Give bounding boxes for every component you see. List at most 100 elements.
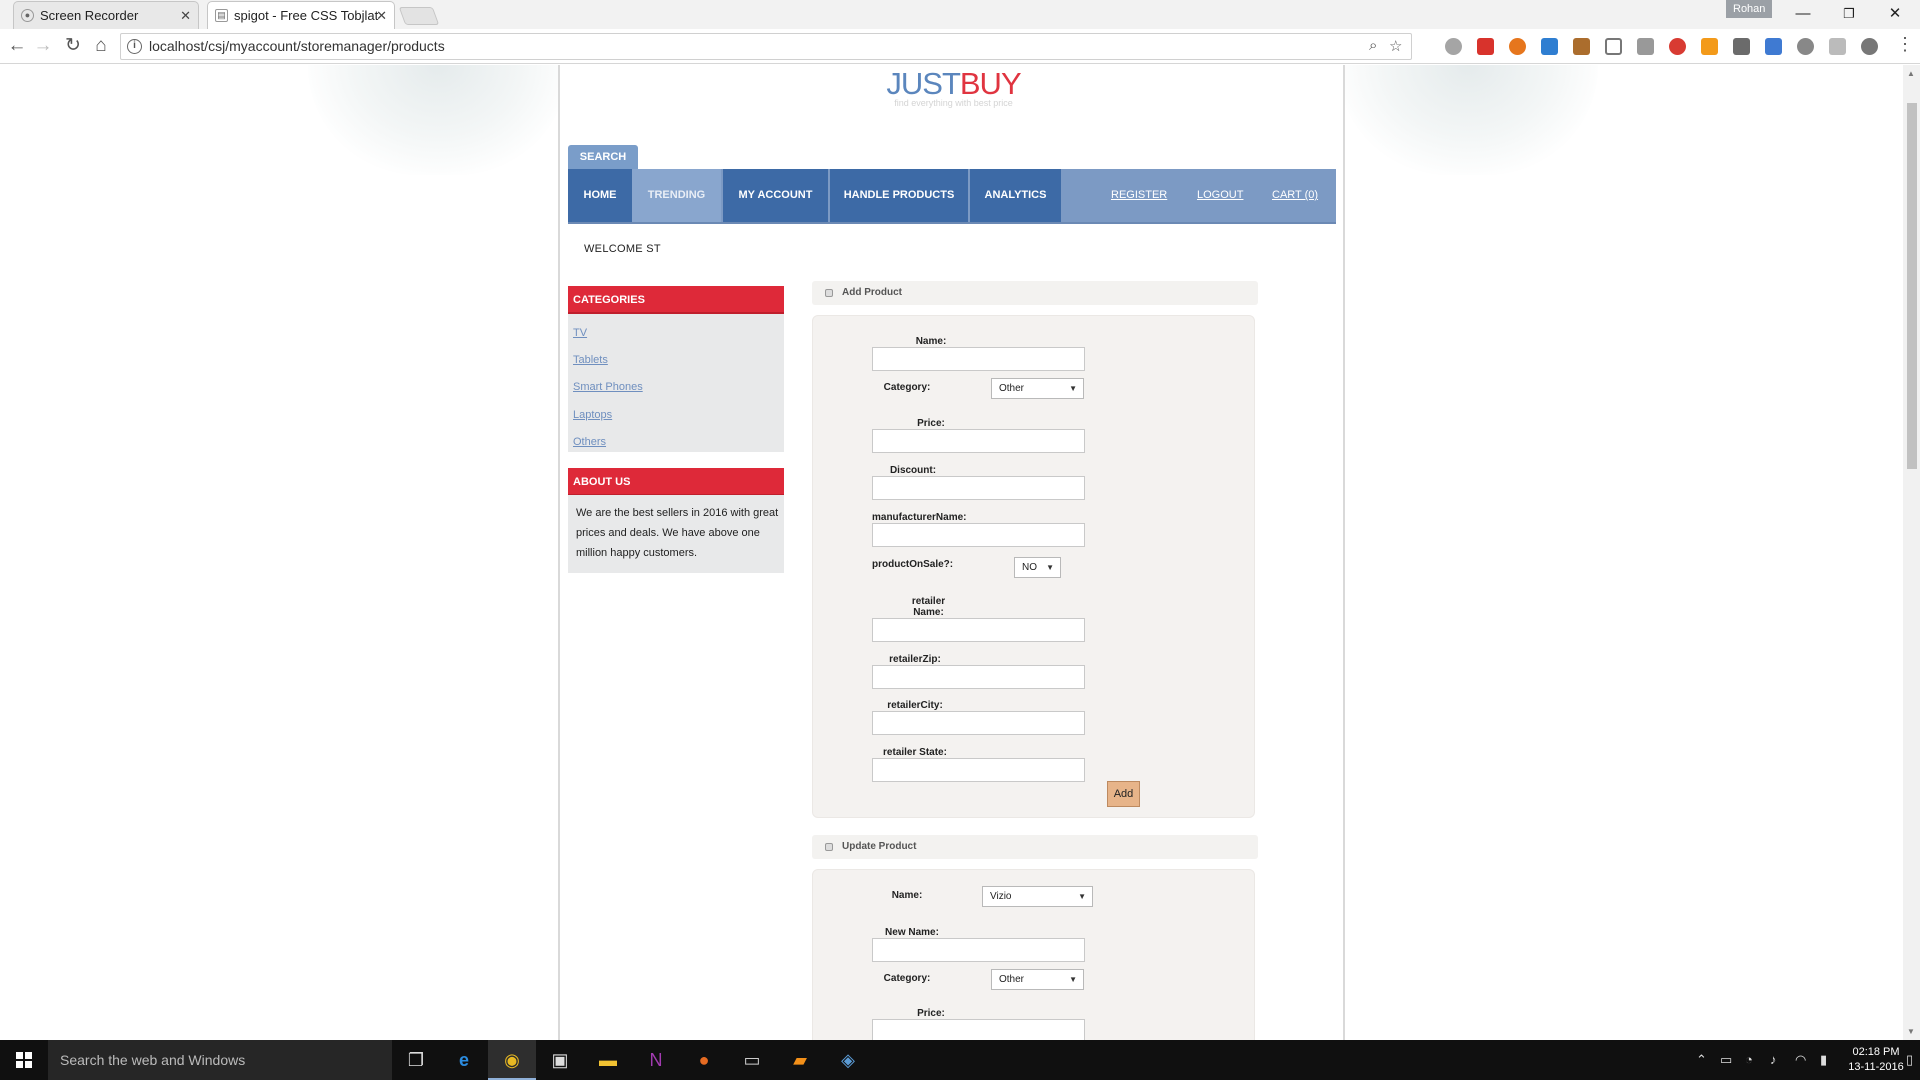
- tab-close-icon[interactable]: ✕: [180, 2, 191, 29]
- extension-red-icon[interactable]: [1477, 38, 1494, 55]
- address-bar[interactable]: i localhost/csj/myaccount/storemanager/p…: [120, 33, 1412, 60]
- update-price-input[interactable]: [872, 1019, 1085, 1040]
- taskbar-search-placeholder[interactable]: Search the web and Windows: [60, 1052, 245, 1068]
- category-link-tablets[interactable]: Tablets: [573, 354, 608, 366]
- retailer-city-input[interactable]: [872, 711, 1085, 735]
- mysql-workbench-icon[interactable]: ◈: [824, 1040, 872, 1080]
- tab-strip: ● Screen Recorder ✕ ▤ spigot - Free CSS …: [0, 0, 1920, 29]
- main-navigation: HOME TRENDING MY ACCOUNT HANDLE PRODUCTS…: [568, 169, 1336, 224]
- volume-icon[interactable]: ♪: [1770, 1052, 1777, 1067]
- price-input[interactable]: [872, 429, 1085, 453]
- start-button[interactable]: [0, 1040, 48, 1080]
- retailer-zip-label: retailerZip:: [889, 654, 941, 665]
- battery-icon[interactable]: ▮: [1820, 1052, 1827, 1068]
- manufacturer-name-input[interactable]: [872, 523, 1085, 547]
- category-link-tv[interactable]: TV: [573, 327, 587, 339]
- nav-home[interactable]: HOME: [568, 169, 632, 222]
- scrollbar-thumb[interactable]: [1907, 103, 1917, 469]
- bookmark-star-icon[interactable]: ☆: [1389, 37, 1402, 55]
- nav-cart-link[interactable]: CART (0): [1272, 169, 1318, 222]
- extension-notify-icon[interactable]: [1669, 38, 1686, 55]
- new-name-input[interactable]: [872, 938, 1085, 962]
- tab-screen-recorder[interactable]: ● Screen Recorder ✕: [13, 1, 199, 29]
- background-glow-right: [1338, 65, 1598, 175]
- retailer-state-input[interactable]: [872, 758, 1085, 782]
- file-explorer-icon[interactable]: ▬: [584, 1040, 632, 1080]
- site-logo[interactable]: JUSTBUY: [560, 66, 1347, 102]
- retailer-name-input[interactable]: [872, 618, 1085, 642]
- minimize-icon[interactable]: —: [1780, 2, 1826, 26]
- add-product-button[interactable]: Add: [1107, 781, 1140, 807]
- page-scrollbar[interactable]: ▲ ▼: [1903, 65, 1920, 1040]
- close-window-icon[interactable]: ✕: [1872, 2, 1918, 26]
- category-link-smart-phones[interactable]: Smart Phones: [573, 381, 643, 393]
- firefox-icon[interactable]: ●: [680, 1040, 728, 1080]
- url-text[interactable]: localhost/csj/myaccount/storemanager/pro…: [149, 38, 445, 54]
- notifications-icon[interactable]: ▯: [1906, 1052, 1913, 1068]
- sublime-icon[interactable]: ▰: [776, 1040, 824, 1080]
- update-name-select[interactable]: Vizio ▼: [982, 886, 1093, 907]
- clock-date: 13-11-2016: [1848, 1061, 1904, 1073]
- zoom-icon[interactable]: ⌕: [1369, 37, 1377, 54]
- edge-browser-icon[interactable]: e: [440, 1040, 488, 1080]
- update-category-label: Category:: [883, 973, 931, 984]
- search-tab-button[interactable]: SEARCH: [568, 145, 638, 169]
- scroll-down-icon[interactable]: ▼: [1907, 1027, 1915, 1036]
- extension-download-icon[interactable]: [1765, 38, 1782, 55]
- restore-icon[interactable]: ❐: [1826, 2, 1872, 26]
- categories-list: TV Tablets Smart Phones Laptops Others: [568, 314, 784, 452]
- update-category-select[interactable]: Other ▼: [991, 969, 1084, 990]
- dropdown-arrow-icon: ▼: [1069, 384, 1077, 393]
- command-prompt-icon[interactable]: ▭: [728, 1040, 776, 1080]
- nav-register-link[interactable]: REGISTER: [1111, 169, 1167, 222]
- cast-icon[interactable]: [1605, 38, 1622, 55]
- reload-icon[interactable]: ↻: [61, 35, 85, 59]
- adblock-extension-icon[interactable]: [1445, 38, 1462, 55]
- category-link-laptops[interactable]: Laptops: [573, 409, 612, 421]
- nav-trending[interactable]: TRENDING: [632, 169, 721, 222]
- onenote-icon[interactable]: N: [632, 1040, 680, 1080]
- back-icon[interactable]: ←: [5, 35, 29, 59]
- tab-spigot[interactable]: ▤ spigot - Free CSS Tobjlat ✕: [207, 1, 395, 29]
- wifi-icon[interactable]: ◠: [1795, 1052, 1806, 1068]
- extension-orange-icon[interactable]: [1509, 38, 1526, 55]
- profile-name-badge[interactable]: Rohan: [1726, 0, 1773, 18]
- task-view-icon[interactable]: ❐: [392, 1040, 440, 1080]
- extension-store-icon[interactable]: [1701, 38, 1718, 55]
- extension-help-icon[interactable]: [1861, 38, 1878, 55]
- retailer-zip-input[interactable]: [872, 665, 1085, 689]
- nav-handle-products[interactable]: HANDLE PRODUCTS: [830, 169, 968, 222]
- taskbar-clock[interactable]: 02:18 PM 13-11-2016: [1846, 1045, 1906, 1075]
- home-icon[interactable]: ⌂: [89, 35, 113, 59]
- category-link-others[interactable]: Others: [573, 436, 606, 448]
- new-tab-button[interactable]: [398, 7, 440, 25]
- tray-network-status-icon[interactable]: ◔: [1745, 1052, 1753, 1067]
- browser-menu-icon[interactable]: ⋮: [1896, 34, 1914, 55]
- about-us-text: We are the best sellers in 2016 with gre…: [576, 507, 779, 559]
- scroll-up-icon[interactable]: ▲: [1907, 69, 1915, 78]
- camera-icon[interactable]: [1637, 38, 1654, 55]
- extension-blue-icon[interactable]: [1541, 38, 1558, 55]
- tray-device-icon[interactable]: ▭: [1720, 1052, 1732, 1068]
- extension-globe-icon[interactable]: [1797, 38, 1814, 55]
- discount-input[interactable]: [872, 476, 1085, 500]
- name-input[interactable]: [872, 347, 1085, 371]
- forward-icon[interactable]: →: [31, 35, 55, 59]
- taskbar-search[interactable]: Search the web and Windows: [48, 1040, 392, 1080]
- chrome-icon[interactable]: ◉: [488, 1040, 536, 1080]
- site-info-icon[interactable]: i: [127, 39, 142, 54]
- category-select[interactable]: Other ▼: [991, 378, 1084, 399]
- tab-close-icon[interactable]: ✕: [376, 2, 387, 29]
- nav-analytics[interactable]: ANALYTICS: [970, 169, 1061, 222]
- product-on-sale-label: productOnSale?:: [872, 559, 954, 570]
- extension-bs-icon[interactable]: [1573, 38, 1590, 55]
- logo-just: JUST: [886, 66, 960, 101]
- store-icon[interactable]: ▣: [536, 1040, 584, 1080]
- extension-gray-icon[interactable]: [1733, 38, 1750, 55]
- page-favicon-icon: ▤: [215, 9, 228, 22]
- nav-logout-link[interactable]: LOGOUT: [1197, 169, 1243, 222]
- extension-light-icon[interactable]: [1829, 38, 1846, 55]
- product-on-sale-select[interactable]: NO ▼: [1014, 557, 1061, 578]
- nav-my-account[interactable]: MY ACCOUNT: [723, 169, 828, 222]
- tray-chevron-icon[interactable]: ⌃: [1696, 1052, 1707, 1068]
